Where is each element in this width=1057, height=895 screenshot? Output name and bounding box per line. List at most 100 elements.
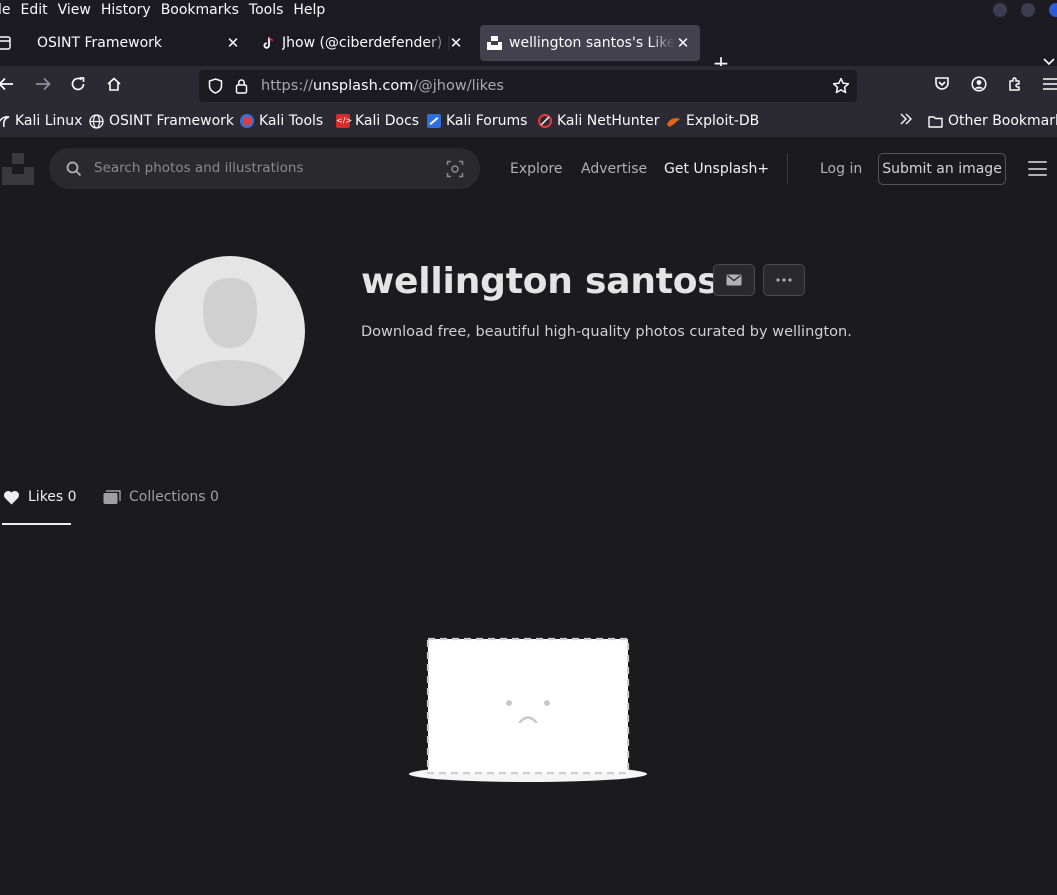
bookmark-exploit-db[interactable]: Exploit-DB bbox=[666, 113, 759, 129]
bookmarks-overflow-button[interactable] bbox=[899, 113, 913, 125]
site-header: Search photos and illustrations Explore … bbox=[0, 137, 1057, 199]
bookmark-label: Kali Docs bbox=[355, 113, 420, 129]
close-icon[interactable]: ✕ bbox=[224, 34, 242, 52]
lock-icon[interactable] bbox=[235, 78, 248, 94]
arrow-right-icon bbox=[36, 77, 51, 91]
back-button[interactable] bbox=[0, 76, 16, 96]
menu-help[interactable]: Help bbox=[288, 0, 330, 20]
reload-button[interactable] bbox=[68, 76, 88, 96]
heart-icon bbox=[3, 490, 20, 504]
menu-file[interactable]: le bbox=[0, 0, 16, 20]
menu-history[interactable]: History bbox=[96, 0, 156, 20]
search-icon[interactable] bbox=[66, 161, 82, 177]
visual-search-icon[interactable] bbox=[446, 160, 464, 178]
close-window-button[interactable] bbox=[1049, 3, 1057, 17]
navigation-toolbar: https://unsplash.com/@jhow/likes bbox=[0, 66, 1057, 106]
header-divider bbox=[787, 153, 788, 184]
more-actions-button[interactable] bbox=[763, 264, 805, 296]
forward-button[interactable] bbox=[33, 76, 53, 96]
kali-tools-icon bbox=[240, 114, 254, 128]
url-scheme: https:// bbox=[261, 78, 313, 94]
bookmark-label: Exploit-DB bbox=[686, 113, 760, 129]
bookmark-kali-linux[interactable]: Kali Linux bbox=[0, 113, 82, 129]
bookmark-label: Kali Forums bbox=[446, 113, 528, 129]
kali-forums-icon bbox=[427, 114, 441, 128]
menu-bar: le Edit View History Bookmarks Tools Hel… bbox=[0, 0, 1057, 20]
bookmark-label: OSINT Framework bbox=[109, 113, 235, 129]
account-icon bbox=[971, 76, 987, 92]
exploit-db-icon bbox=[667, 117, 680, 127]
search-placeholder: Search photos and illustrations bbox=[94, 160, 304, 176]
menu-view[interactable]: View bbox=[53, 0, 96, 20]
empty-state-illustration bbox=[409, 637, 647, 782]
tab-collections[interactable]: Collections 0 bbox=[103, 489, 219, 505]
close-icon[interactable]: ✕ bbox=[674, 34, 692, 52]
extensions-button[interactable] bbox=[1005, 76, 1025, 96]
pocket-button[interactable] bbox=[932, 76, 952, 96]
collections-icon bbox=[103, 489, 121, 504]
menu-edit[interactable]: Edit bbox=[16, 0, 53, 20]
url-text[interactable]: https://unsplash.com/@jhow/likes bbox=[261, 78, 504, 94]
star-icon[interactable] bbox=[832, 77, 850, 95]
tab-label: wellington santos's Likes bbox=[509, 35, 675, 51]
tiktok-icon bbox=[263, 36, 274, 49]
tab-likes-label: Likes 0 bbox=[28, 489, 77, 505]
bookmark-kali-docs[interactable]: </> Kali Docs bbox=[336, 113, 419, 129]
url-domain: unsplash.com bbox=[312, 78, 414, 94]
tab-bar: OSINT Framework ✕ Jhow (@ciberdefender) … bbox=[0, 20, 1057, 74]
nav-explore[interactable]: Explore bbox=[510, 161, 563, 177]
nav-get-unsplash-plus[interactable]: Get Unsplash+ bbox=[664, 161, 769, 177]
bookmark-label: Kali Linux bbox=[15, 113, 83, 129]
tab-unsplash-likes[interactable]: wellington santos's Likes ✕ bbox=[480, 25, 700, 61]
bookmark-osint-framework[interactable]: OSINT Framework bbox=[89, 113, 234, 129]
menu-icon bbox=[1043, 78, 1057, 90]
profile-bio: Download free, beautiful high-quality ph… bbox=[361, 324, 852, 340]
chevron-down-icon bbox=[1043, 58, 1055, 66]
unsplash-icon bbox=[487, 36, 502, 50]
other-bookmarks-folder[interactable]: Other Bookmarks bbox=[928, 113, 1057, 129]
tab-tiktok[interactable]: Jhow (@ciberdefender) | T ✕ bbox=[253, 25, 475, 61]
tab-osint-framework[interactable]: OSINT Framework ✕ bbox=[24, 25, 250, 61]
bookmark-kali-tools[interactable]: Kali Tools bbox=[240, 113, 323, 129]
profile-tabs: Likes 0 Collections 0 bbox=[0, 477, 1057, 527]
minimize-button[interactable] bbox=[993, 3, 1007, 17]
bookmark-kali-forums[interactable]: Kali Forums bbox=[427, 113, 527, 129]
maximize-button[interactable] bbox=[1021, 3, 1035, 17]
hamburger-menu-icon[interactable] bbox=[1028, 161, 1048, 177]
menu-tools[interactable]: Tools bbox=[244, 0, 289, 20]
ellipsis-icon bbox=[776, 278, 792, 282]
nav-advertise[interactable]: Advertise bbox=[581, 161, 647, 177]
tab-label: Jhow (@ciberdefender) | T bbox=[282, 35, 452, 51]
unsplash-logo-icon[interactable] bbox=[2, 153, 34, 185]
firefox-view-icon[interactable] bbox=[0, 36, 12, 50]
arrow-left-icon bbox=[0, 77, 13, 91]
close-icon[interactable]: ✕ bbox=[447, 34, 465, 52]
window-controls bbox=[993, 0, 1057, 20]
folder-icon bbox=[928, 115, 943, 128]
account-button[interactable] bbox=[969, 76, 989, 96]
tab-likes[interactable]: Likes 0 bbox=[3, 489, 77, 505]
avatar bbox=[155, 256, 305, 406]
app-menu-button[interactable] bbox=[1040, 76, 1057, 96]
home-button[interactable] bbox=[104, 76, 124, 96]
puzzle-icon bbox=[1009, 77, 1020, 91]
submit-image-button[interactable]: Submit an image bbox=[878, 153, 1006, 185]
url-bar[interactable]: https://unsplash.com/@jhow/likes bbox=[199, 70, 857, 102]
bookmark-label: Kali NetHunter bbox=[557, 113, 660, 129]
login-link[interactable]: Log in bbox=[820, 161, 862, 177]
chevrons-right-icon bbox=[900, 113, 912, 125]
kali-docs-icon: </> bbox=[336, 114, 352, 128]
bookmarks-toolbar: Kali Linux OSINT Framework Kali Tools </… bbox=[0, 106, 1057, 137]
search-input[interactable]: Search photos and illustrations bbox=[49, 148, 480, 189]
unsplash-page: Search photos and illustrations Explore … bbox=[0, 137, 1057, 895]
bookmark-kali-nethunter[interactable]: Kali NetHunter bbox=[538, 113, 659, 129]
default-user-icon bbox=[167, 278, 293, 406]
profile-name: wellington santos bbox=[361, 261, 719, 302]
message-button[interactable] bbox=[713, 264, 755, 296]
home-icon bbox=[107, 77, 121, 91]
menu-bookmarks[interactable]: Bookmarks bbox=[156, 0, 244, 20]
shield-icon[interactable] bbox=[208, 78, 223, 94]
mail-icon bbox=[726, 274, 742, 286]
active-tab-indicator bbox=[2, 523, 71, 525]
tab-label: OSINT Framework bbox=[37, 35, 163, 51]
